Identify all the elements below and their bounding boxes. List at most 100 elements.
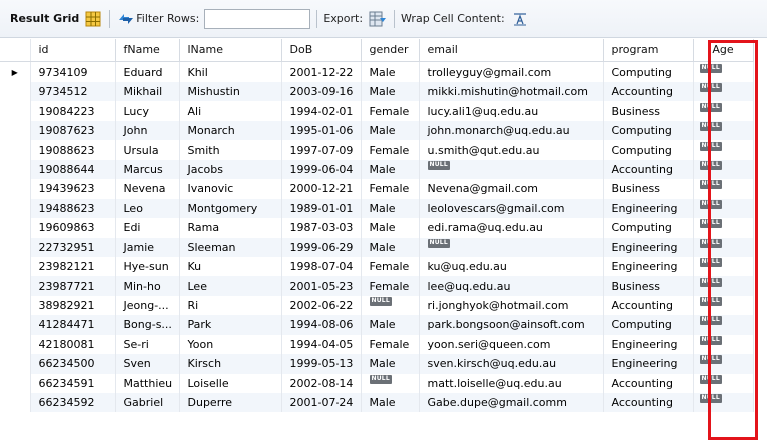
cell-id[interactable]: 22732951 <box>30 237 116 257</box>
cell-email[interactable]: ku@uq.edu.au <box>419 256 604 277</box>
row-marker[interactable] <box>0 159 31 180</box>
cell-lname[interactable]: Rama <box>179 218 282 238</box>
cell-lname[interactable]: Yoon <box>179 334 282 355</box>
table-row[interactable]: 19439623 Nevena Ivanovic 2000-12-21 Female Ne… <box>0 179 754 199</box>
cell-program[interactable]: Computing <box>603 140 694 160</box>
row-marker[interactable] <box>0 354 31 374</box>
cell-program[interactable]: Engineering <box>603 334 694 355</box>
row-marker[interactable] <box>0 295 31 316</box>
cell-gender[interactable]: NULL <box>361 295 420 316</box>
cell-id[interactable]: 23982121 <box>30 256 116 277</box>
cell-dob[interactable]: 1998-07-04 <box>281 256 362 277</box>
cell-fname[interactable]: Ursula <box>115 140 180 160</box>
cell-email[interactable]: u.smith@qut.edu.au <box>419 140 604 160</box>
cell-email[interactable]: park.bongsoon@ainsoft.com <box>419 315 604 335</box>
cell-dob[interactable]: 2002-08-14 <box>281 373 362 393</box>
cell-lname[interactable]: Ri <box>179 295 282 316</box>
cell-gender[interactable]: Female <box>361 140 420 160</box>
cell-gender[interactable]: Male <box>361 237 420 257</box>
cell-email[interactable]: trolleyguy@gmail.com <box>419 61 604 82</box>
cell-program[interactable]: Accounting <box>603 373 694 393</box>
table-row[interactable]: 19088623 Ursula Smith 1997-07-09 Female u.smi… <box>0 140 754 160</box>
cell-email[interactable]: sven.kirsch@uq.edu.au <box>419 354 604 374</box>
cell-lname[interactable]: Duperre <box>179 393 282 413</box>
row-marker[interactable] <box>0 120 31 141</box>
cell-fname[interactable]: Nevena <box>115 179 180 199</box>
cell-dob[interactable]: 1995-01-06 <box>281 120 362 141</box>
cell-lname[interactable]: Ivanovic <box>179 179 282 199</box>
cell-fname[interactable]: Matthieu <box>115 373 180 393</box>
cell-age[interactable]: NULL <box>693 334 754 355</box>
grid-view-icon[interactable] <box>83 9 103 29</box>
column-header-fname[interactable]: fName <box>115 39 180 62</box>
cell-fname[interactable]: Bong-s... <box>115 315 180 335</box>
cell-program[interactable]: Engineering <box>603 354 694 374</box>
cell-gender[interactable]: Male <box>361 120 420 141</box>
row-marker[interactable] <box>0 276 31 296</box>
cell-fname[interactable]: Jeong-... <box>115 295 180 316</box>
table-row[interactable]: 9734512 Mikhail Mishustin 2003-09-16 Male mik… <box>0 82 754 102</box>
cell-id[interactable]: 19087623 <box>30 120 116 141</box>
cell-dob[interactable]: 2000-12-21 <box>281 179 362 199</box>
cell-id[interactable]: 66234592 <box>30 393 116 413</box>
cell-dob[interactable]: 1987-03-03 <box>281 218 362 238</box>
cell-email[interactable]: NULL <box>419 159 604 180</box>
cell-email[interactable]: lucy.ali1@uq.edu.au <box>419 101 604 121</box>
cell-gender[interactable]: Female <box>361 276 420 296</box>
cell-lname[interactable]: Smith <box>179 140 282 160</box>
cell-age[interactable]: NULL <box>693 101 754 121</box>
cell-fname[interactable]: Leo <box>115 198 180 219</box>
cell-program[interactable]: Accounting <box>603 159 694 180</box>
table-row[interactable]: 66234592 Gabriel Duperre 2001-07-24 Male Gabe… <box>0 393 754 413</box>
row-marker[interactable] <box>0 237 31 257</box>
cell-gender[interactable]: NULL <box>361 373 420 393</box>
cell-email[interactable]: Nevena@gmail.com <box>419 179 604 199</box>
cell-dob[interactable]: 2002-06-22 <box>281 295 362 316</box>
cell-age[interactable]: NULL <box>693 373 754 393</box>
cell-email[interactable]: yoon.seri@queen.com <box>419 334 604 355</box>
cell-id[interactable]: 41284471 <box>30 315 116 335</box>
cell-lname[interactable]: Khil <box>179 61 282 82</box>
row-marker[interactable] <box>0 82 31 102</box>
cell-dob[interactable]: 2003-09-16 <box>281 82 362 102</box>
cell-email[interactable]: lee@uq.edu.au <box>419 276 604 296</box>
cell-program[interactable]: Business <box>603 179 694 199</box>
table-row[interactable]: 19084223 Lucy Ali 1994-02-01 Female lucy.ali1… <box>0 101 754 121</box>
cell-email[interactable]: leolovescars@gmail.com <box>419 198 604 219</box>
cell-age[interactable]: NULL <box>693 159 754 180</box>
cell-age[interactable]: NULL <box>693 120 754 141</box>
cell-dob[interactable]: 1999-06-04 <box>281 159 362 180</box>
cell-dob[interactable]: 1994-02-01 <box>281 101 362 121</box>
cell-fname[interactable]: Hye-sun <box>115 256 180 277</box>
cell-dob[interactable]: 1999-05-13 <box>281 354 362 374</box>
cell-lname[interactable]: Lee <box>179 276 282 296</box>
column-header-age[interactable]: Age <box>693 39 754 62</box>
cell-id[interactable]: 19609863 <box>30 218 116 238</box>
cell-fname[interactable]: Marcus <box>115 159 180 180</box>
cell-age[interactable]: NULL <box>693 61 754 82</box>
cell-fname[interactable]: Jamie <box>115 237 180 257</box>
cell-lname[interactable]: Kirsch <box>179 354 282 374</box>
cell-dob[interactable]: 1994-08-06 <box>281 315 362 335</box>
table-row[interactable]: 66234591 Matthieu Loiselle 2002-08-14 NULL ma… <box>0 373 754 393</box>
cell-dob[interactable]: 1994-04-05 <box>281 334 362 355</box>
cell-lname[interactable]: Sleeman <box>179 237 282 257</box>
cell-age[interactable]: NULL <box>693 393 754 413</box>
cell-id[interactable]: 19439623 <box>30 179 116 199</box>
cell-dob[interactable]: 2001-07-24 <box>281 393 362 413</box>
cell-age[interactable]: NULL <box>693 198 754 219</box>
cell-program[interactable]: Computing <box>603 61 694 82</box>
cell-program[interactable]: Engineering <box>603 237 694 257</box>
cell-program[interactable]: Computing <box>603 315 694 335</box>
cell-email[interactable]: Gabe.dupe@gmail.comm <box>419 393 604 413</box>
cell-lname[interactable]: Mishustin <box>179 82 282 102</box>
cell-gender[interactable]: Male <box>361 198 420 219</box>
cell-id[interactable]: 19088623 <box>30 140 116 160</box>
cell-id[interactable]: 23987721 <box>30 276 116 296</box>
cell-program[interactable]: Engineering <box>603 198 694 219</box>
cell-age[interactable]: NULL <box>693 295 754 316</box>
cell-email[interactable]: matt.loiselle@uq.edu.au <box>419 373 604 393</box>
table-row[interactable]: 23982121 Hye-sun Ku 1998-07-04 Female ku@uq.e… <box>0 256 754 277</box>
cell-id[interactable]: 42180081 <box>30 334 116 355</box>
cell-lname[interactable]: Loiselle <box>179 373 282 393</box>
